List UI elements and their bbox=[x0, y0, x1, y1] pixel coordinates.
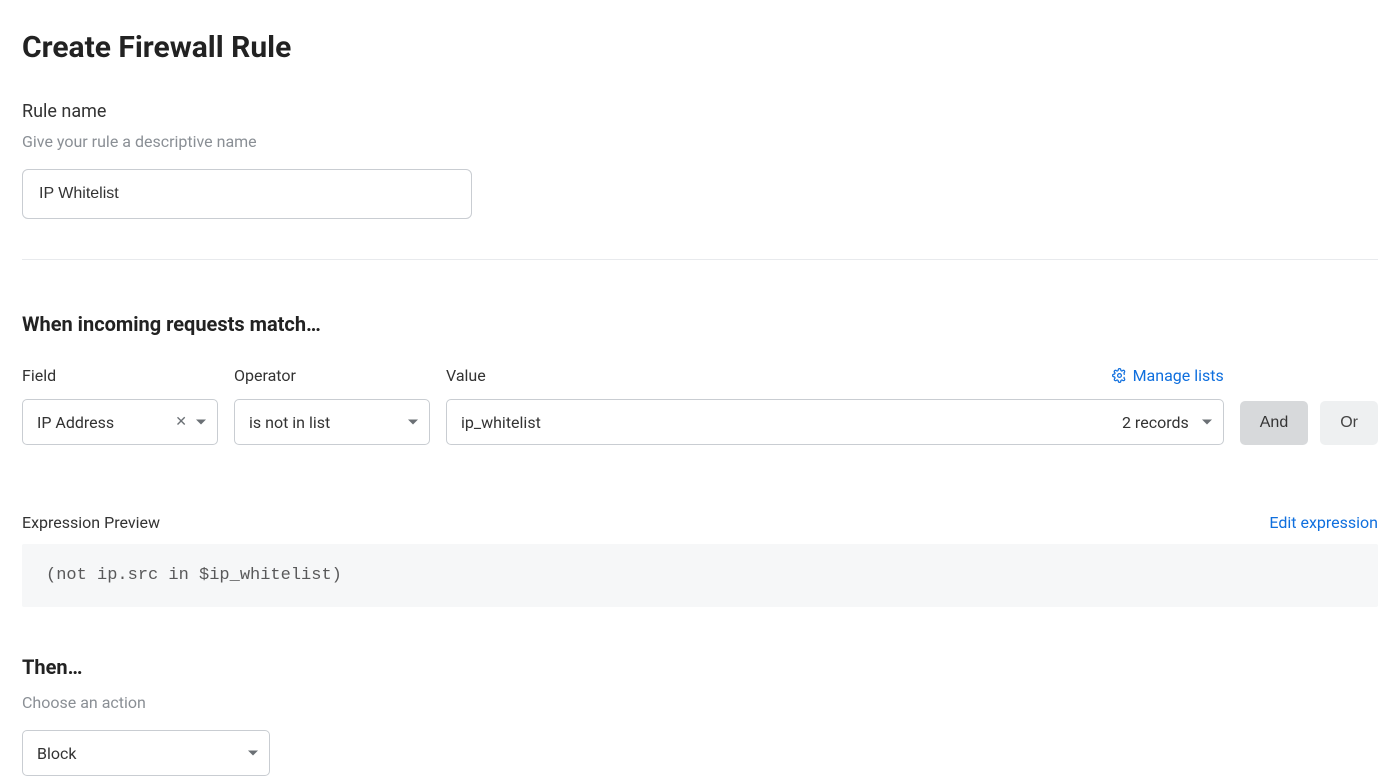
operator-select-value: is not in list bbox=[249, 413, 330, 432]
match-heading: When incoming requests match… bbox=[22, 312, 1378, 336]
page-title: Create Firewall Rule bbox=[22, 30, 1378, 65]
caret-down-icon bbox=[1201, 416, 1213, 428]
rule-name-helper: Give your rule a descriptive name bbox=[22, 132, 1378, 151]
choose-action-label: Choose an action bbox=[22, 693, 1378, 712]
manage-lists-link[interactable]: Manage lists bbox=[1112, 366, 1224, 385]
operator-select[interactable]: is not in list bbox=[234, 399, 430, 445]
then-heading: Then… bbox=[22, 655, 1378, 679]
field-select[interactable]: IP Address ✕ bbox=[22, 399, 218, 445]
value-records-text: 2 records bbox=[1122, 413, 1189, 432]
rule-name-input[interactable] bbox=[22, 169, 472, 219]
operator-column-label: Operator bbox=[234, 366, 430, 385]
caret-down-icon bbox=[195, 416, 207, 428]
gear-icon bbox=[1112, 368, 1127, 383]
value-column-label: Value bbox=[446, 366, 486, 385]
clear-field-icon[interactable]: ✕ bbox=[171, 412, 191, 432]
value-select[interactable]: ip_whitelist 2 records bbox=[446, 399, 1224, 445]
or-button[interactable]: Or bbox=[1320, 401, 1378, 445]
value-select-value: ip_whitelist bbox=[461, 413, 541, 432]
expression-preview-title: Expression Preview bbox=[22, 513, 160, 532]
rule-name-label: Rule name bbox=[22, 101, 1378, 122]
edit-expression-link[interactable]: Edit expression bbox=[1269, 513, 1378, 532]
field-select-value: IP Address bbox=[37, 413, 114, 432]
divider bbox=[22, 259, 1378, 260]
action-select-value: Block bbox=[37, 744, 76, 763]
field-column-label: Field bbox=[22, 366, 218, 385]
and-button[interactable]: And bbox=[1240, 401, 1308, 445]
action-select[interactable]: Block bbox=[22, 730, 270, 776]
expression-preview-box: (not ip.src in $ip_whitelist) bbox=[22, 544, 1378, 607]
caret-down-icon bbox=[407, 416, 419, 428]
caret-down-icon bbox=[247, 747, 259, 759]
manage-lists-label: Manage lists bbox=[1133, 366, 1224, 385]
